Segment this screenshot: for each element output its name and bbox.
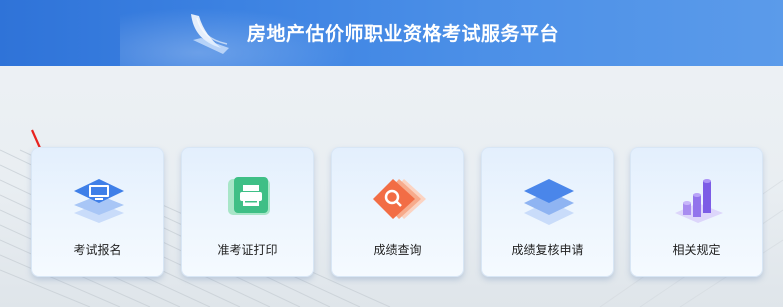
cylinder-chart-icon [675, 179, 723, 223]
card-label: 考试报名 [73, 243, 122, 257]
computer-layers-icon [74, 179, 124, 223]
search-cards-icon [373, 179, 426, 219]
card-label: 相关规定 [672, 243, 721, 257]
card-score-query[interactable]: 成绩查询 [331, 147, 464, 277]
card-admission-ticket-print[interactable]: 准考证打印 [181, 147, 314, 277]
card-label: 成绩复核申请 [511, 243, 584, 257]
layers-icon [524, 179, 574, 225]
card-exam-registration[interactable]: 考试报名 [31, 147, 164, 277]
page-title: 房地产估价师职业资格考试服务平台 [247, 23, 560, 45]
header-bar: 房地产估价师职业资格考试服务平台 [0, 0, 783, 66]
card-label: 准考证打印 [217, 243, 278, 257]
printer-icon [228, 177, 270, 215]
feather-book-logo-icon [191, 14, 229, 54]
card-label: 成绩查询 [373, 243, 422, 257]
card-related-regulations[interactable]: 相关规定 [630, 147, 763, 277]
card-score-review-application[interactable]: 成绩复核申请 [481, 147, 614, 277]
